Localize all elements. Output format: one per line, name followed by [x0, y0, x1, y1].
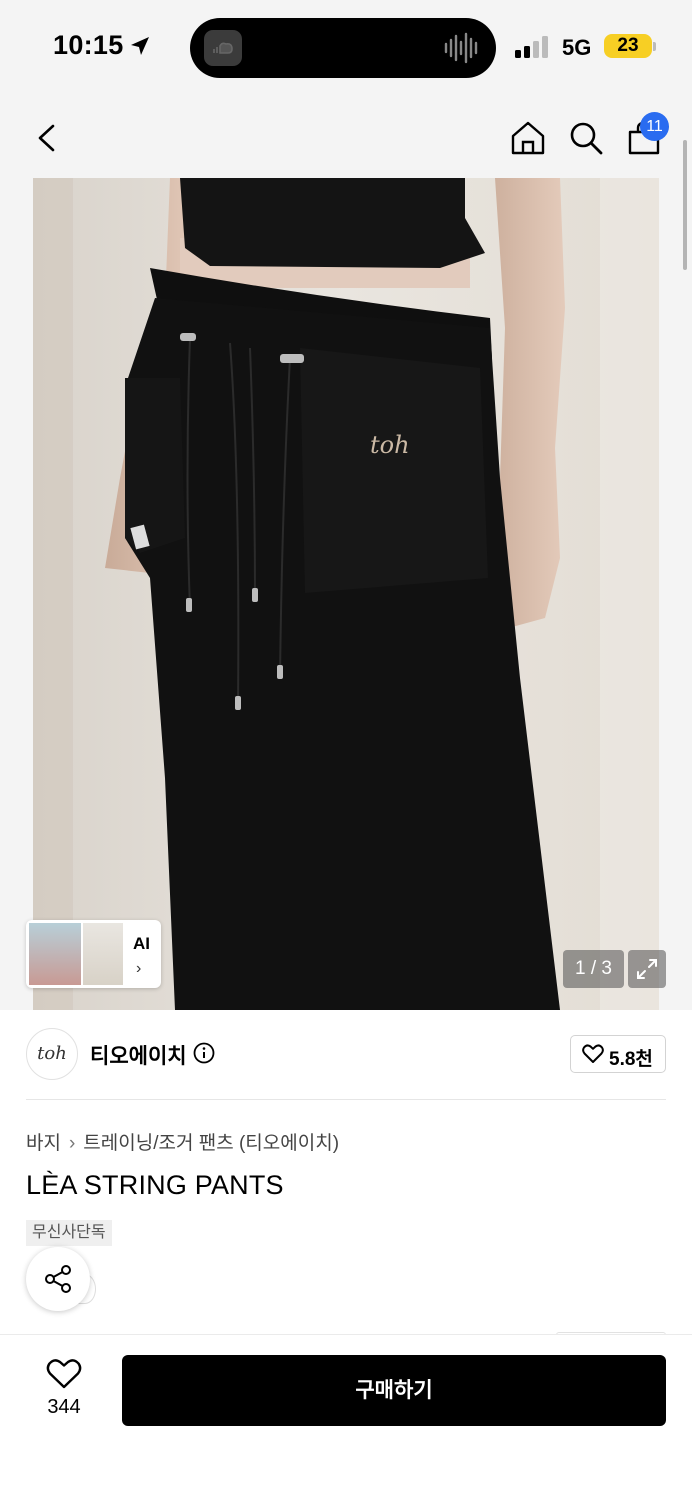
back-arrow-icon[interactable]	[28, 118, 68, 158]
status-bar: 10:15 5G 23	[0, 0, 692, 96]
nav-bar	[0, 96, 692, 178]
share-icon	[45, 1265, 71, 1293]
status-time: 10:15	[53, 30, 124, 60]
ai-label: AI	[133, 934, 150, 953]
brand-like-button[interactable]: 5.8천	[570, 1035, 666, 1073]
image-page-indicator: 1 / 3	[563, 950, 624, 988]
fullscreen-button[interactable]	[628, 950, 666, 988]
home-icon[interactable]	[508, 118, 548, 158]
search-icon[interactable]	[566, 118, 606, 158]
scrollbar[interactable]	[683, 140, 687, 270]
info-icon[interactable]	[193, 1042, 215, 1064]
dynamic-island[interactable]	[190, 18, 496, 78]
garment-logo: toh	[370, 431, 410, 459]
share-button[interactable]	[26, 1247, 90, 1311]
product-image[interactable]: toh	[0, 178, 692, 1010]
ai-styling-thumbnail[interactable]: AI ›	[26, 920, 161, 988]
cellular-signal-icon	[515, 36, 548, 58]
chevron-right-icon: ›	[68, 1133, 76, 1154]
breadcrumb: 바지 › 트레이닝/조거 팬츠 (티오에이치)	[26, 1128, 339, 1155]
divider	[26, 1099, 666, 1100]
cart-count-badge: 11	[640, 112, 669, 141]
battery-tip	[653, 42, 656, 51]
expand-icon	[637, 959, 657, 979]
chevron-right-icon: ›	[136, 960, 142, 977]
soundcloud-icon	[204, 30, 242, 66]
thumbnail-image	[83, 923, 123, 985]
brand-like-count: 5.8천	[609, 1049, 653, 1070]
heart-icon	[582, 1044, 604, 1063]
breadcrumb-item-subcategory[interactable]: 트레이닝/조거 팬츠 (티오에이치)	[83, 1133, 339, 1154]
heart-icon[interactable]	[46, 1358, 82, 1390]
buy-button[interactable]: 구매하기	[122, 1355, 666, 1426]
battery-level: 23	[617, 35, 639, 56]
location-arrow-icon	[131, 37, 149, 55]
battery-icon: 23	[604, 34, 652, 58]
thumbnail-image	[29, 923, 81, 985]
brand-logo[interactable]: toh	[26, 1028, 78, 1080]
exclusive-badge: 무신사단독	[26, 1220, 112, 1246]
product-photo: toh	[33, 178, 659, 1010]
network-type: 5G	[562, 35, 592, 60]
wish-count: 344	[47, 1396, 81, 1418]
brand-name[interactable]: 티오에이치	[90, 1040, 187, 1070]
breadcrumb-item-category[interactable]: 바지	[26, 1133, 61, 1154]
audio-wave-icon	[444, 32, 478, 64]
product-title: LÈA STRING PANTS	[26, 1170, 284, 1200]
